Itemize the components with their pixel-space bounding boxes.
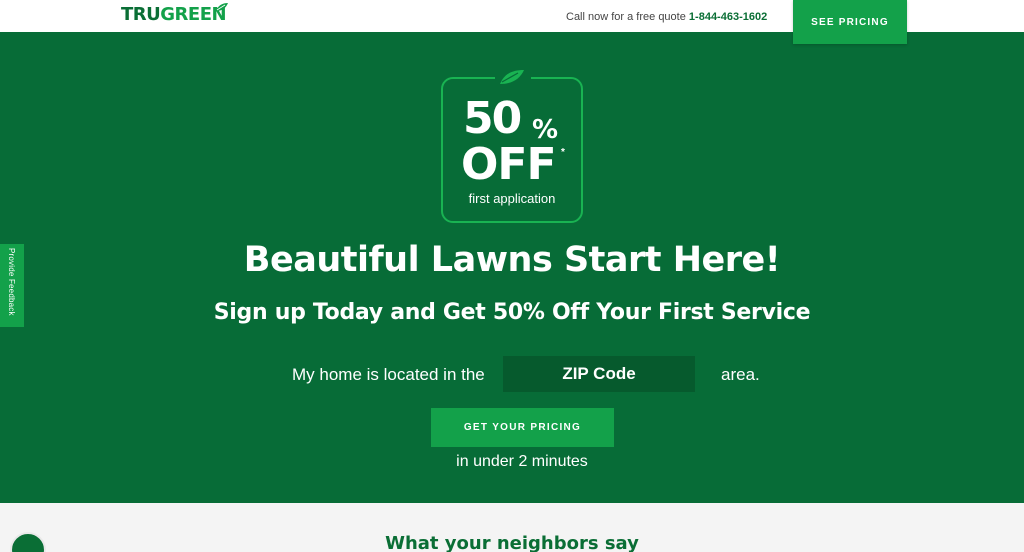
hero-headline: Beautiful Lawns Start Here! bbox=[243, 240, 781, 280]
zip-form: My home is located in the area. bbox=[0, 354, 1024, 394]
zip-prefix-text: My home is located in the bbox=[292, 365, 485, 384]
badge-off: OFF bbox=[461, 139, 557, 190]
zip-code-input[interactable] bbox=[503, 356, 695, 392]
leaf-icon bbox=[216, 3, 228, 11]
zip-suffix-text: area. bbox=[721, 365, 760, 384]
logo-text: TRUGREEN bbox=[121, 4, 227, 25]
badge-number: 50 bbox=[463, 93, 522, 144]
badge-caption: first application bbox=[468, 191, 556, 206]
provide-feedback-tab[interactable]: Provide Feedback bbox=[0, 244, 24, 327]
leaf-icon bbox=[500, 70, 524, 84]
hero-section: 50 % OFF * first application Beautiful L… bbox=[0, 32, 1024, 503]
cta-caption: in under 2 minutes bbox=[456, 453, 588, 470]
reviews-heading: What your neighbors say bbox=[385, 533, 639, 552]
call-now-text: Call now for a free quote 1-844-463-1602 bbox=[566, 11, 768, 23]
feedback-label: Provide Feedback bbox=[7, 248, 16, 316]
trugreen-logo[interactable]: TRUGREEN bbox=[121, 3, 228, 25]
discount-badge: 50 % OFF * first application bbox=[441, 70, 583, 223]
badge-asterisk: * bbox=[561, 147, 565, 158]
reviews-section: What your neighbors say bbox=[0, 503, 1024, 552]
hero-subhead: Sign up Today and Get 50% Off Your First… bbox=[213, 300, 811, 325]
see-pricing-button[interactable]: SEE PRICING bbox=[793, 0, 907, 44]
phone-link[interactable]: 1-844-463-1602 bbox=[689, 11, 767, 23]
get-your-pricing-button[interactable]: GET YOUR PRICING bbox=[431, 408, 614, 447]
